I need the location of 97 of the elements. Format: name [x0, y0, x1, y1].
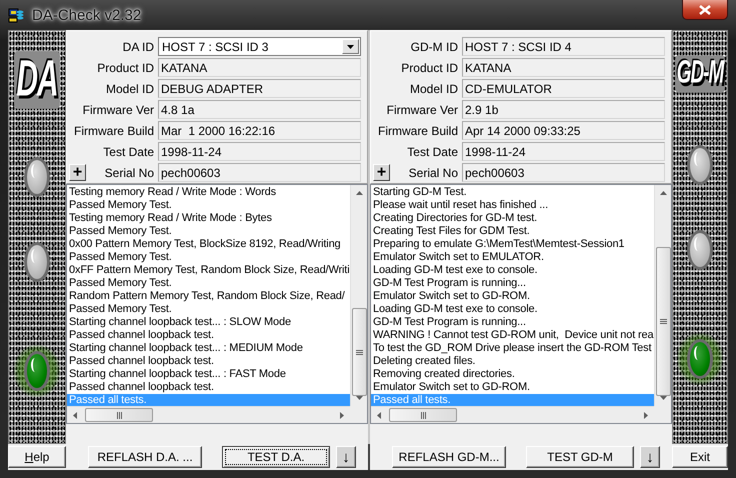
field-label: Firmware Build: [74, 124, 154, 138]
log-line[interactable]: Emulator Switch set to GD-ROM.: [371, 290, 654, 303]
vertical-scrollbar[interactable]: [350, 185, 367, 406]
app-icon: [8, 7, 24, 23]
log-line[interactable]: Random Pattern Memory Test, Random Block Size, Read/: [67, 290, 350, 303]
info-field[interactable]: 1998-11-24: [158, 142, 361, 161]
dropdown-arrow-icon: [347, 44, 354, 48]
close-icon: [699, 4, 711, 14]
scroll-thumb[interactable]: [85, 408, 153, 422]
log-line[interactable]: Emulator Switch set to GD-ROM.: [371, 381, 654, 394]
command-button[interactable]: REFLASH GD-M...: [392, 446, 506, 468]
info-field[interactable]: DEBUG ADAPTER: [158, 79, 361, 98]
grip-icon: [356, 350, 363, 354]
command-button[interactable]: REFLASH D.A. ...: [88, 446, 202, 468]
scroll-left-icon: [73, 412, 77, 418]
log-line[interactable]: Loading GD-M test exe to console.: [371, 303, 654, 316]
scroll-thumb[interactable]: [352, 308, 367, 396]
log-line[interactable]: Creating Test Files for GDM Test.: [371, 225, 654, 238]
log-line[interactable]: Passed channel loopback test.: [67, 355, 350, 368]
field-label: GD-M ID: [410, 40, 458, 54]
field-label: Serial No: [408, 166, 458, 180]
field-label: Firmware Ver: [82, 102, 154, 116]
info-field[interactable]: HOST 7 : SCSI ID 4: [462, 37, 665, 56]
panel-logo: DA: [14, 51, 60, 109]
field-label: Serial No: [104, 166, 154, 180]
log-line[interactable]: 0x00 Pattern Memory Test, BlockSize 8192, Read/Writing: [67, 238, 350, 251]
scroll-left-icon: [377, 412, 381, 418]
field-label: DA ID: [122, 40, 154, 54]
arrow-button[interactable]: ↓: [336, 446, 356, 468]
info-field[interactable]: 2.9 1b: [462, 100, 665, 119]
log-list[interactable]: [66, 184, 368, 424]
field-label: Model ID: [410, 82, 458, 96]
log-line[interactable]: Deleting created files.: [371, 355, 654, 368]
info-field[interactable]: Apr 14 2000 09:33:25: [462, 121, 665, 140]
log-line[interactable]: Starting channel loopback test... : SLOW Mode: [67, 316, 350, 329]
expand-button[interactable]: +: [69, 164, 86, 181]
log-line[interactable]: To test the GD_ROM Drive please insert the GD-ROM Test: [371, 342, 654, 355]
command-button[interactable]: TEST D.A.: [222, 446, 330, 468]
log-line[interactable]: Testing memory Read / Write Mode : Words: [67, 186, 350, 199]
dropdown[interactable]: HOST 7 : SCSI ID 3: [158, 37, 361, 56]
info-field[interactable]: 4.8 1a: [158, 100, 361, 119]
log-line[interactable]: Loading GD-M test exe to console.: [371, 264, 654, 277]
log-line[interactable]: Passed Memory Test.: [67, 277, 350, 290]
log-line[interactable]: Passed channel loopback test.: [67, 381, 350, 394]
panel-logo: GD-M: [674, 55, 726, 93]
exit-button[interactable]: Exit: [672, 446, 728, 468]
info-field[interactable]: pech00603: [462, 163, 665, 182]
scroll-right-icon: [644, 412, 648, 418]
command-button[interactable]: TEST GD-M: [526, 446, 634, 468]
field-label: Model ID: [106, 82, 154, 96]
log-line[interactable]: Passed Memory Test.: [67, 303, 350, 316]
help-button[interactable]: Help: [8, 446, 66, 468]
close-button[interactable]: [682, 0, 728, 20]
field-label: Firmware Build: [378, 124, 458, 138]
field-label: Product ID: [97, 60, 154, 74]
grip-icon: [420, 412, 426, 418]
log-line[interactable]: 0xFF Pattern Memory Test, Random Block Size, Read/Writi: [67, 264, 350, 277]
log-line[interactable]: GD-M Test Program is running...: [371, 316, 654, 329]
vertical-scrollbar[interactable]: [654, 185, 671, 406]
field-label: Firmware Ver: [386, 102, 458, 116]
expand-button[interactable]: +: [373, 164, 390, 181]
log-line[interactable]: Please wait until reset has finished ...: [371, 199, 654, 212]
scroll-right-icon: [340, 412, 344, 418]
window-title: DA-Check v2.32: [32, 6, 142, 24]
field-label: Product ID: [401, 60, 458, 74]
log-list[interactable]: [370, 184, 672, 424]
info-field[interactable]: CD-EMULATOR: [462, 79, 665, 98]
log-line[interactable]: GD-M Test Program is running...: [371, 277, 654, 290]
log-line[interactable]: Starting GD-M Test.: [371, 186, 654, 199]
log-line[interactable]: WARNING ! Cannot test GD-ROM unit, Device unit not rea: [371, 329, 654, 342]
horizontal-scrollbar[interactable]: [67, 406, 350, 423]
arrow-button[interactable]: ↓: [640, 446, 660, 468]
info-field[interactable]: Mar 1 2000 16:22:16: [158, 121, 361, 140]
log-line[interactable]: Passed Memory Test.: [67, 225, 350, 238]
scroll-up-icon: [356, 191, 362, 195]
log-line[interactable]: Emulator Switch set to EMULATOR.: [371, 251, 654, 264]
log-line[interactable]: Passed channel loopback test.: [67, 329, 350, 342]
grip-icon: [660, 319, 667, 324]
scroll-up-icon: [660, 191, 666, 195]
log-line[interactable]: Testing memory Read / Write Mode : Bytes: [67, 212, 350, 225]
log-line[interactable]: Preparing to emulate G:\MemTest\Memtest-Session1: [371, 238, 654, 251]
log-line[interactable]: Starting channel loopback test... : MEDIUM Mode: [67, 342, 350, 355]
info-field[interactable]: KATANA: [462, 58, 665, 77]
log-line[interactable]: Starting channel loopback test... : FAST Mode: [67, 368, 350, 381]
log-line[interactable]: Removing created directories.: [371, 368, 654, 381]
info-field[interactable]: KATANA: [158, 58, 361, 77]
log-line[interactable]: Creating Directories for GD-M test.: [371, 212, 654, 225]
info-field[interactable]: 1998-11-24: [462, 142, 665, 161]
field-label: Test Date: [103, 144, 154, 158]
scroll-thumb[interactable]: [656, 247, 671, 396]
info-field[interactable]: pech00603: [158, 163, 361, 182]
log-line[interactable]: Passed Memory Test.: [67, 199, 350, 212]
grip-icon: [116, 412, 122, 418]
field-label: Test Date: [407, 144, 458, 158]
horizontal-scrollbar[interactable]: [371, 406, 654, 423]
log-line[interactable]: Passed Memory Test.: [67, 251, 350, 264]
scroll-thumb[interactable]: [389, 408, 457, 422]
